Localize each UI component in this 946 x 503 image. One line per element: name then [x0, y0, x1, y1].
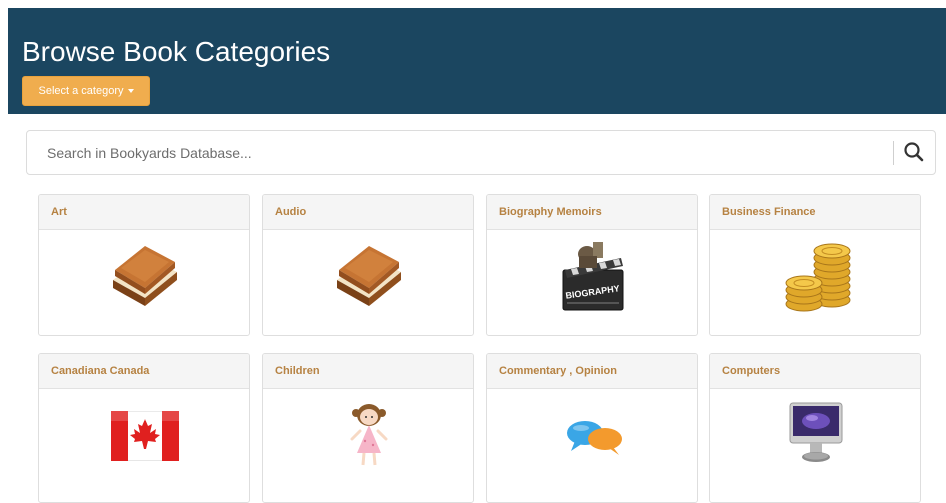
- category-card-title: Children: [263, 354, 473, 389]
- category-card-computers[interactable]: Computers: [709, 353, 921, 503]
- canada-flag-icon: [111, 411, 179, 461]
- category-card-commentary-opinion[interactable]: Commentary , Opinion: [486, 353, 698, 503]
- search-bar: [26, 130, 936, 175]
- biography-clapperboard-icon: BIOGRAPHY: [562, 242, 624, 311]
- category-card-business-finance[interactable]: Business Finance: [709, 194, 921, 336]
- search-divider: [893, 141, 894, 165]
- girl-doll-icon: [350, 404, 388, 466]
- category-card-title: Audio: [263, 195, 473, 230]
- search-button[interactable]: [895, 131, 935, 174]
- select-category-label: Select a category: [38, 85, 124, 97]
- category-card-biography-memoirs[interactable]: Biography Memoirs BIOGRAPHY: [486, 194, 698, 336]
- books-icon: [337, 246, 401, 306]
- category-card-audio[interactable]: Audio: [262, 194, 474, 336]
- category-card-title: Canadiana Canada: [39, 354, 249, 389]
- category-card-title: Computers: [710, 354, 920, 389]
- select-category-button[interactable]: Select a category: [22, 76, 150, 106]
- gold-coins-icon: [785, 243, 851, 312]
- category-card-title: Business Finance: [710, 195, 920, 230]
- category-card-title: Art: [39, 195, 249, 230]
- page-header: Browse Book Categories Select a category: [8, 8, 946, 114]
- search-input[interactable]: [27, 131, 887, 174]
- category-card-title: Commentary , Opinion: [487, 354, 697, 389]
- books-icon: [113, 246, 177, 306]
- speech-bubbles-icon: [567, 421, 622, 455]
- page-title: Browse Book Categories: [22, 36, 331, 67]
- category-card-children[interactable]: Children: [262, 353, 474, 503]
- caret-down-icon: [127, 89, 134, 94]
- search-icon: [904, 142, 924, 162]
- category-card-art[interactable]: Art: [38, 194, 250, 336]
- category-card-canadiana-canada[interactable]: Canadiana Canada: [38, 353, 250, 503]
- computer-monitor-icon: [789, 402, 843, 462]
- category-card-title: Biography Memoirs: [487, 195, 697, 230]
